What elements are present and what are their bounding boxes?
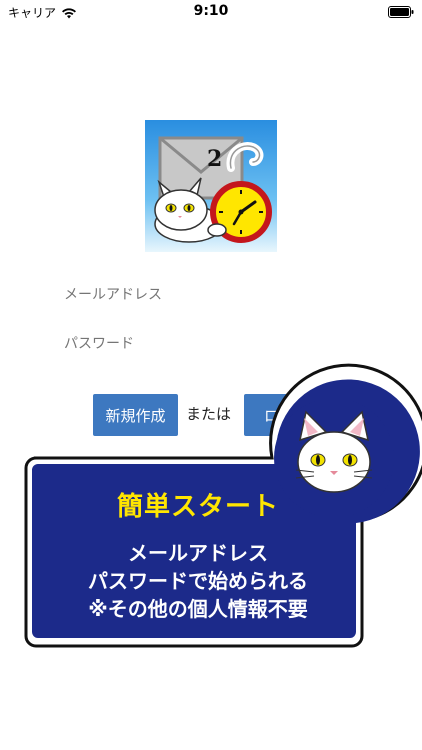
promo-line-2: パスワードで始められる — [88, 569, 308, 593]
or-label: または — [186, 405, 232, 423]
promo-banner-shape — [24, 363, 422, 648]
signup-button[interactable]: 新規作成 — [93, 394, 178, 436]
status-bar: キャリア 9:10 — [0, 0, 422, 24]
icon-badge-number: 2 — [207, 146, 222, 172]
battery-icon — [388, 6, 414, 18]
promo-title: 簡単スタート — [116, 492, 279, 522]
app-logo-icon: 2 — [145, 120, 277, 252]
password-field[interactable] — [64, 332, 364, 356]
promo-overlay: 簡単スタート メールアドレス パスワードで始められる ※その他の個人情報不要 — [0, 0, 422, 750]
promo-line-3: ※その他の個人情報不要 — [88, 597, 308, 621]
promo-line-1: メールアドレス — [128, 541, 268, 565]
login-button[interactable]: ログ — [244, 394, 314, 436]
email-field[interactable] — [64, 283, 364, 307]
status-time: 9:10 — [193, 3, 229, 19]
